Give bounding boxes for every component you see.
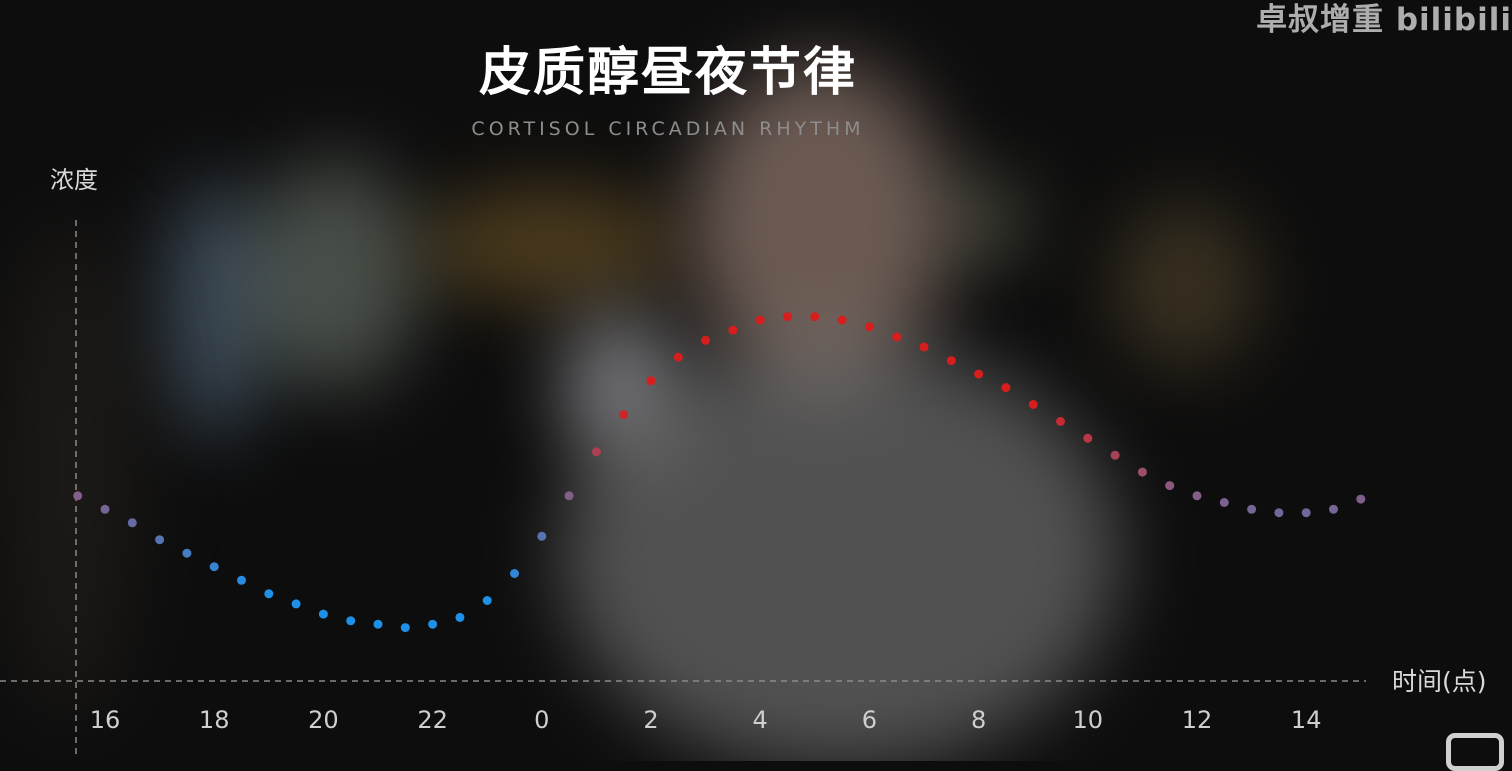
data-point [946, 356, 956, 366]
data-point [237, 575, 246, 585]
data-point [1083, 433, 1093, 443]
data-point [837, 315, 847, 325]
data-point [100, 504, 110, 514]
data-point [428, 619, 438, 629]
x-tick-label: 10 [1073, 706, 1104, 734]
data-point [182, 548, 192, 558]
data-point [701, 335, 711, 345]
data-point [482, 596, 492, 605]
data-point [1137, 467, 1147, 477]
data-point [755, 315, 765, 325]
x-tick-label: 14 [1291, 706, 1322, 734]
data-point [1028, 400, 1038, 409]
data-point [318, 609, 328, 619]
data-point [373, 619, 383, 629]
x-tick-label: 6 [862, 706, 877, 734]
chart-plot: 16 18 20 22 0 2 4 6 8 10 12 14 [0, 220, 1366, 755]
data-point [783, 312, 792, 322]
data-point [1110, 450, 1120, 460]
data-point [209, 562, 219, 572]
data-point [619, 410, 629, 420]
x-tick-label: 8 [971, 706, 986, 734]
data-point [646, 376, 656, 386]
data-point [810, 312, 820, 322]
data-point [155, 535, 165, 545]
data-point [1219, 498, 1229, 507]
data-point [400, 623, 410, 633]
x-tick-label: 20 [308, 706, 339, 734]
data-point [1001, 383, 1011, 393]
x-tick-label: 18 [199, 706, 230, 734]
x-tick-label: 0 [534, 706, 549, 734]
x-tick-label: 22 [417, 706, 448, 734]
data-point [1274, 508, 1284, 518]
data-point [1165, 481, 1175, 491]
tv-icon[interactable] [1446, 733, 1504, 771]
data-point [919, 342, 929, 352]
x-tick-label: 12 [1182, 706, 1213, 734]
data-point [1356, 494, 1366, 504]
x-tick-label: 16 [90, 706, 121, 734]
data-point [892, 332, 902, 342]
data-point [537, 531, 547, 541]
data-point [974, 369, 984, 379]
data-point [1247, 504, 1257, 514]
data-point [1329, 504, 1338, 514]
data-point [291, 599, 301, 609]
data-point [728, 325, 738, 335]
data-point [346, 616, 356, 626]
data-point [673, 352, 683, 362]
data-point [1192, 491, 1202, 501]
data-point [455, 612, 465, 622]
data-point [264, 589, 274, 599]
x-tick-label: 4 [753, 706, 768, 734]
data-point [510, 569, 519, 578]
data-point [864, 322, 874, 332]
x-tick-label: 2 [643, 706, 658, 734]
data-point [73, 491, 83, 501]
data-point [1056, 416, 1065, 426]
data-point [564, 491, 574, 501]
data-point [127, 518, 137, 528]
data-point [1301, 508, 1311, 518]
data-point [591, 447, 601, 457]
